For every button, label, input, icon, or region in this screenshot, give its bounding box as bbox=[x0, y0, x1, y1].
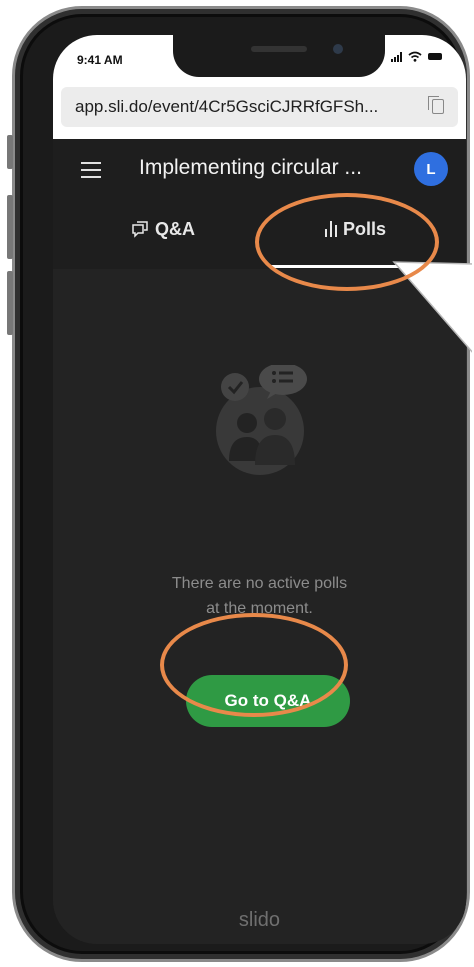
browser-address-area: app.sli.do/event/4Cr5GsciCJRRfGFSh... bbox=[53, 79, 466, 139]
event-title: Implementing circular ... bbox=[139, 156, 362, 179]
phone-screen: 9:41 AM app.sli.do/event/4Cr5GsciCJRRfGF… bbox=[53, 35, 466, 944]
volume-up-button bbox=[7, 195, 13, 259]
phone-frame: 9:41 AM app.sli.do/event/4Cr5GsciCJRRfGF… bbox=[7, 6, 470, 962]
user-avatar[interactable]: L bbox=[414, 152, 448, 186]
url-text: app.sli.do/event/4Cr5GsciCJRRfGFSh... bbox=[75, 97, 379, 116]
camera-icon bbox=[333, 44, 343, 54]
polls-content: There are no active polls at the moment.… bbox=[53, 269, 466, 944]
status-icons bbox=[391, 51, 442, 62]
wifi-icon bbox=[408, 51, 422, 62]
empty-state-line-2: at the moment. bbox=[206, 600, 313, 617]
bar-chart-icon bbox=[325, 221, 337, 237]
empty-state-line-1: There are no active polls bbox=[171, 575, 348, 592]
chat-bubble-icon bbox=[132, 221, 148, 238]
address-bar[interactable]: app.sli.do/event/4Cr5GsciCJRRfGFSh... bbox=[61, 87, 458, 127]
volume-down-button bbox=[7, 271, 13, 335]
go-to-qa-button[interactable]: Go to Q&A bbox=[186, 675, 350, 727]
tab-qa[interactable]: Q&A bbox=[131, 209, 195, 249]
copy-icon[interactable] bbox=[428, 96, 444, 114]
status-time: 9:41 AM bbox=[77, 53, 123, 67]
empty-state-message: There are no active polls at the moment. bbox=[53, 571, 466, 621]
phone-notch bbox=[173, 35, 385, 77]
mute-switch bbox=[7, 135, 13, 169]
callout-pointer bbox=[392, 256, 474, 354]
slido-logo: slido bbox=[238, 909, 281, 931]
battery-icon bbox=[428, 53, 442, 60]
audience-questions-icon bbox=[216, 365, 307, 475]
tab-qa-label: Q&A bbox=[155, 218, 195, 239]
app-header: Implementing circular ... L bbox=[53, 139, 466, 201]
tab-polls[interactable]: Polls bbox=[325, 209, 386, 249]
signal-icon bbox=[391, 51, 402, 62]
hamburger-menu-icon[interactable] bbox=[81, 162, 101, 178]
tab-polls-label: Polls bbox=[343, 218, 387, 239]
speaker-grille bbox=[251, 46, 307, 52]
